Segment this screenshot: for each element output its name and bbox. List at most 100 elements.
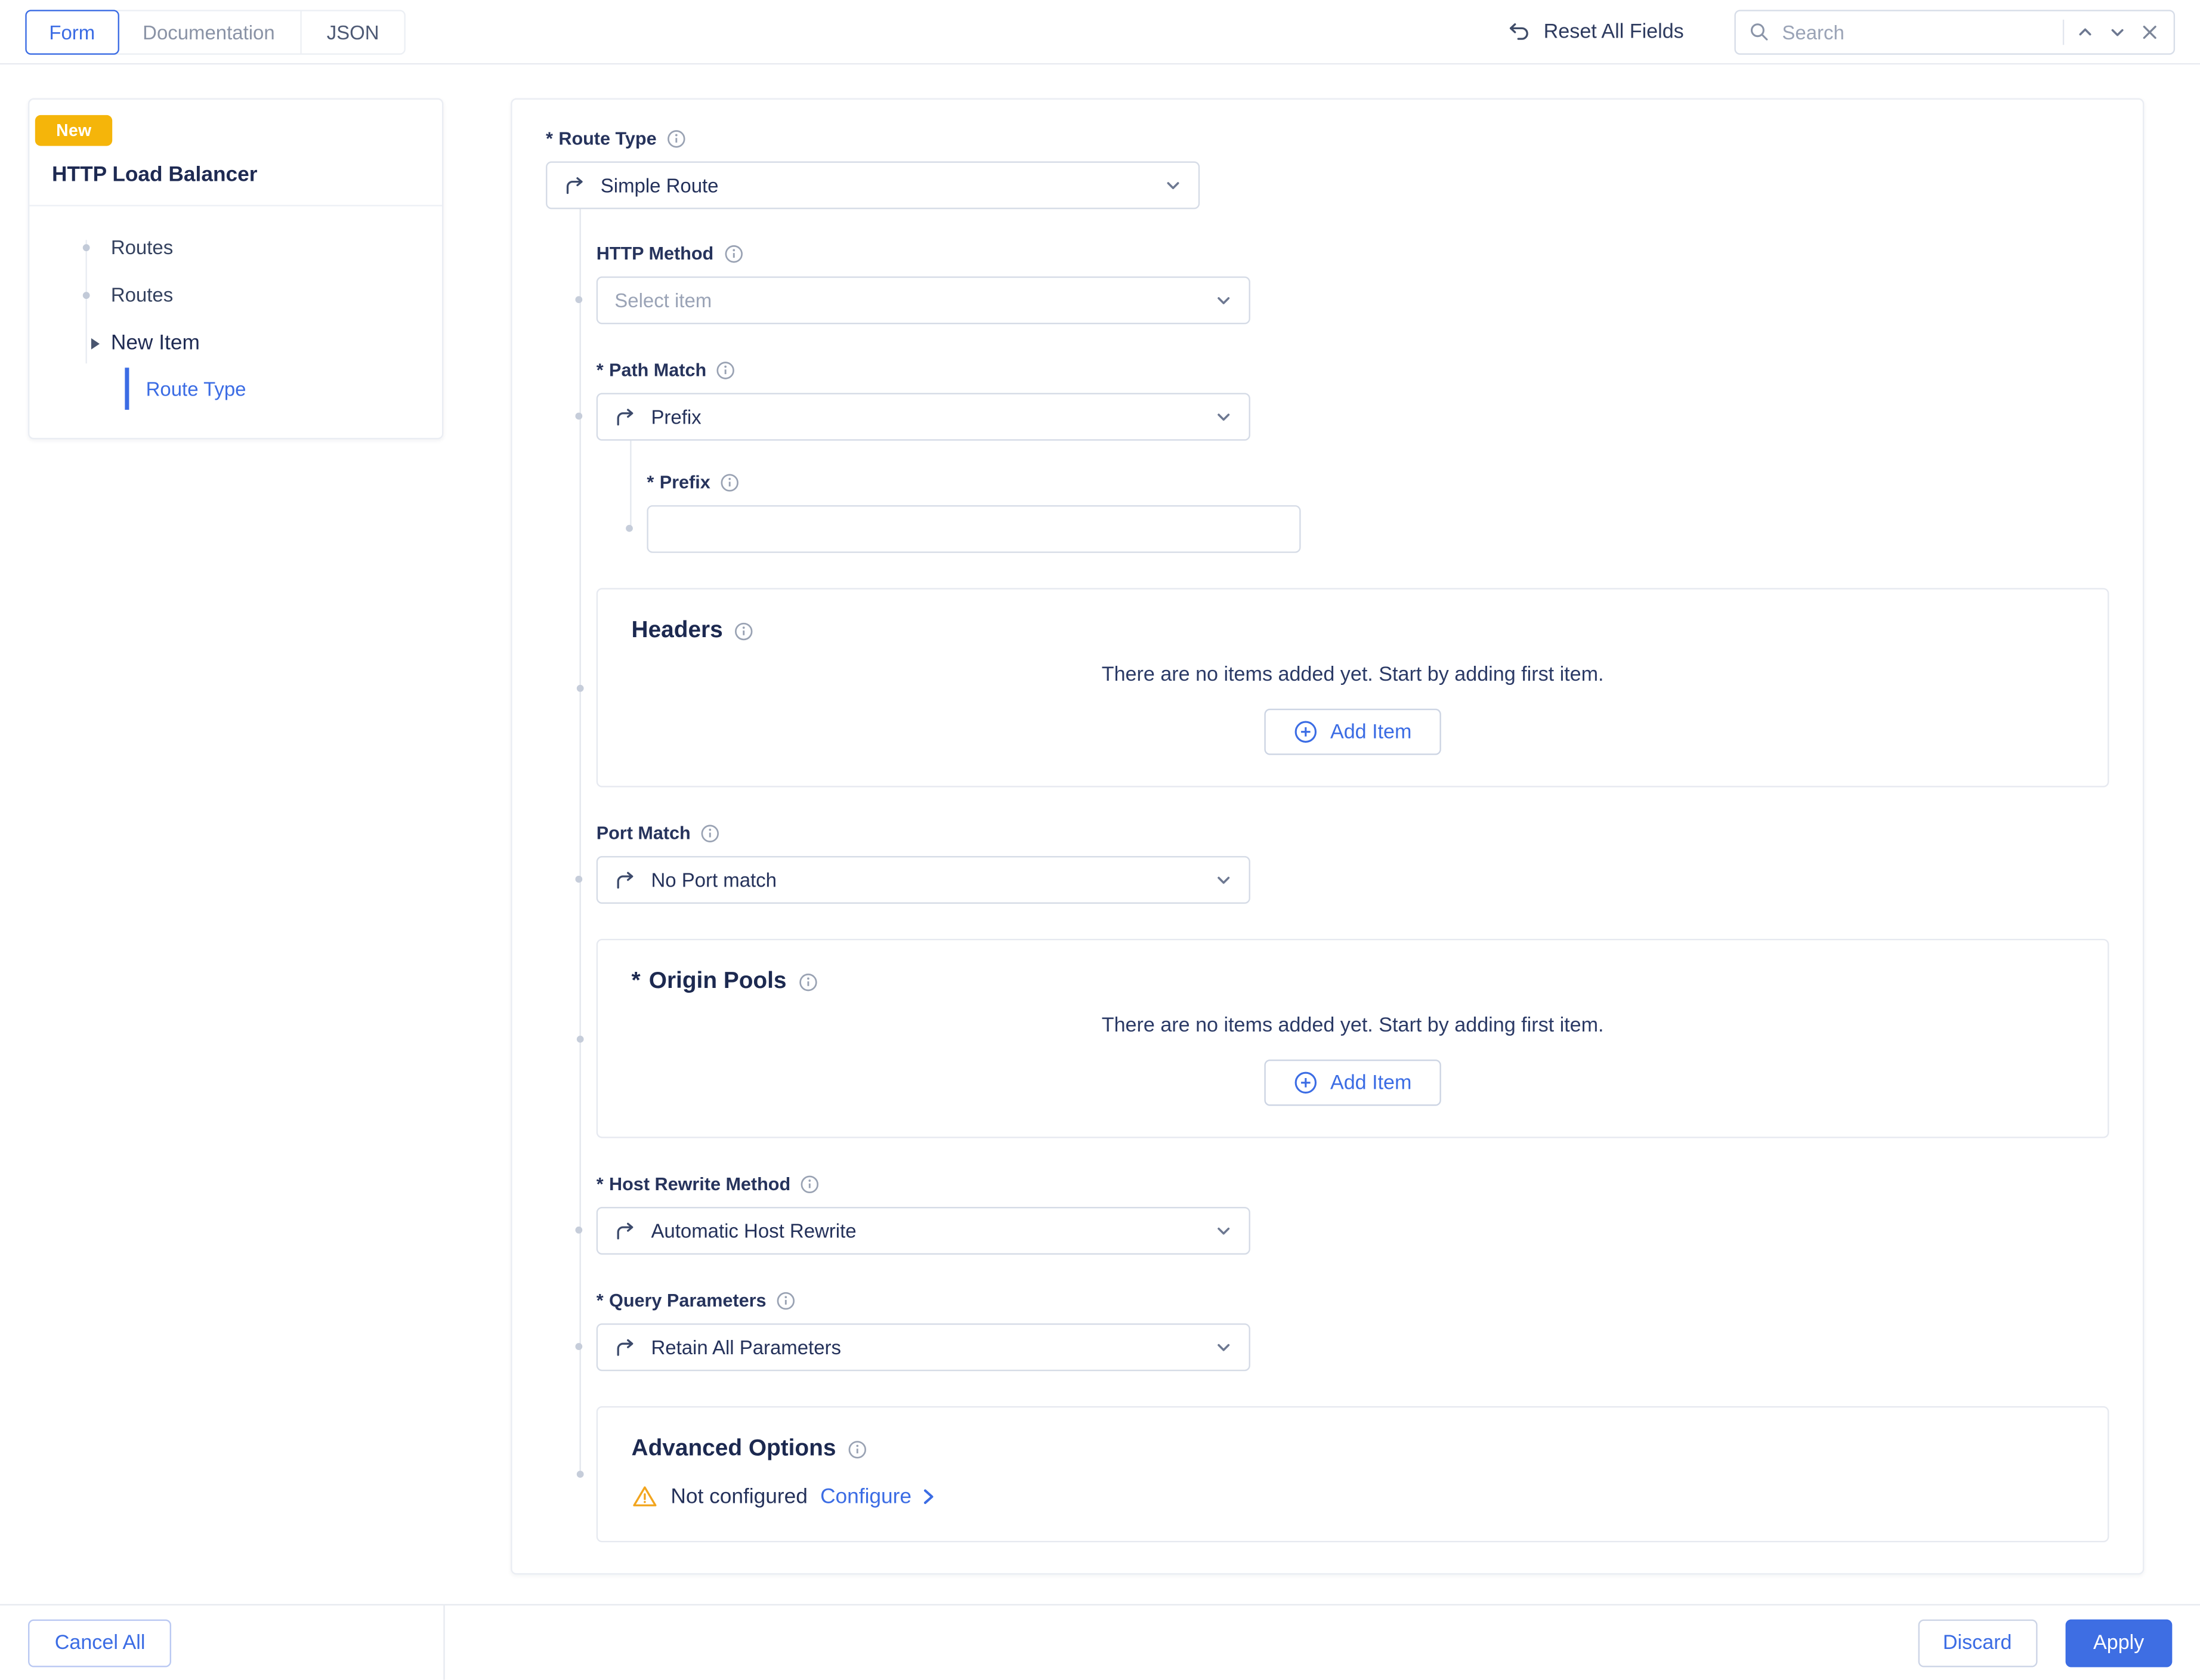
search-divider bbox=[2063, 19, 2064, 44]
form-panel: * Route Type Simple Route bbox=[511, 98, 2144, 1575]
info-icon[interactable] bbox=[720, 473, 740, 493]
status-badge: New bbox=[35, 115, 113, 146]
configure-label: Configure bbox=[820, 1485, 911, 1509]
label-text: Port Match bbox=[597, 822, 691, 845]
discard-button[interactable]: Discard bbox=[1918, 1619, 2037, 1666]
chevron-right-icon bbox=[91, 338, 100, 349]
navigation-tree: Routes Routes New Item Route Type bbox=[29, 206, 442, 438]
advanced-options-status-row: Not configured Configure bbox=[632, 1483, 2074, 1510]
tab-form[interactable]: Form bbox=[25, 9, 119, 54]
route-type-nested-group: HTTP Method Select item bbox=[579, 209, 2109, 1542]
tree-item-route-type[interactable]: Route Type bbox=[125, 368, 442, 410]
field-host-rewrite-method: * Host Rewrite Method Automatic Host Rew… bbox=[597, 1173, 2109, 1255]
tab-json[interactable]: JSON bbox=[300, 11, 404, 53]
headers-title: Headers bbox=[632, 617, 2074, 644]
info-icon[interactable] bbox=[716, 361, 736, 381]
chevron-down-icon bbox=[1215, 872, 1232, 888]
required-marker: * bbox=[597, 359, 604, 382]
apply-button[interactable]: Apply bbox=[2065, 1619, 2172, 1666]
label-text: Host Rewrite Method bbox=[609, 1173, 790, 1196]
label-text: Prefix bbox=[660, 471, 710, 494]
headers-section: Headers There are no items added yet. St… bbox=[597, 588, 2109, 788]
path-match-select[interactable]: Prefix bbox=[597, 393, 1250, 441]
headers-add-item-button[interactable]: Add Item bbox=[1264, 709, 1441, 755]
prefix-input[interactable] bbox=[647, 505, 1300, 553]
field-prefix: * Prefix bbox=[647, 471, 2109, 552]
info-icon[interactable] bbox=[847, 1439, 867, 1459]
chevron-down-icon bbox=[1215, 409, 1232, 425]
search-next-button[interactable] bbox=[2106, 20, 2129, 43]
port-match-select[interactable]: No Port match bbox=[597, 856, 1250, 904]
add-item-label: Add Item bbox=[1330, 721, 1412, 743]
info-icon[interactable] bbox=[666, 129, 686, 149]
search-close-button[interactable] bbox=[2139, 20, 2161, 43]
search-prev-button[interactable] bbox=[2074, 20, 2097, 43]
info-icon[interactable] bbox=[700, 824, 720, 844]
view-tabs: Form Documentation JSON bbox=[25, 9, 406, 54]
field-path-match: * Path Match Prefix bbox=[597, 359, 2109, 440]
host-rewrite-method-select[interactable]: Automatic Host Rewrite bbox=[597, 1207, 1250, 1255]
route-branch-icon bbox=[614, 869, 637, 891]
field-http-method: HTTP Method Select item bbox=[597, 243, 2109, 324]
cancel-all-button[interactable]: Cancel All bbox=[28, 1619, 172, 1666]
route-type-select[interactable]: Simple Route bbox=[546, 162, 1200, 209]
tree-item-routes-1[interactable]: Routes bbox=[29, 223, 442, 271]
route-type-label: * Route Type bbox=[546, 128, 2109, 150]
section-title-text: Headers bbox=[632, 617, 723, 644]
info-icon[interactable] bbox=[776, 1291, 796, 1311]
required-marker: * bbox=[647, 471, 654, 494]
page-title: HTTP Load Balancer bbox=[52, 163, 419, 187]
undo-icon bbox=[1507, 20, 1531, 44]
origin-pools-section: * Origin Pools There are no items added … bbox=[597, 939, 2109, 1138]
reset-all-fields-button[interactable]: Reset All Fields bbox=[1498, 18, 1692, 45]
origin-pools-title: * Origin Pools bbox=[632, 968, 2074, 995]
field-query-parameters: * Query Parameters Retain All Parameters bbox=[597, 1290, 2109, 1371]
field-route-type: * Route Type Simple Route bbox=[546, 128, 2109, 209]
select-value: No Port match bbox=[651, 869, 776, 891]
info-icon[interactable] bbox=[798, 972, 817, 992]
plus-circle-icon bbox=[1294, 720, 1318, 744]
route-branch-icon bbox=[614, 1219, 637, 1242]
field-port-match: Port Match No Port match bbox=[597, 822, 2109, 903]
prefix-label: * Prefix bbox=[647, 471, 2109, 494]
required-marker: * bbox=[597, 1173, 604, 1196]
advanced-options-title: Advanced Options bbox=[632, 1435, 2074, 1462]
http-method-label: HTTP Method bbox=[597, 243, 2109, 265]
tree-item-label: Routes bbox=[111, 236, 173, 258]
select-value: Prefix bbox=[651, 406, 701, 428]
plus-circle-icon bbox=[1294, 1071, 1318, 1095]
empty-state-text: There are no items added yet. Start by a… bbox=[632, 1015, 2074, 1037]
origin-pools-add-item-button[interactable]: Add Item bbox=[1264, 1060, 1441, 1106]
port-match-label: Port Match bbox=[597, 822, 2109, 845]
select-value: Retain All Parameters bbox=[651, 1336, 841, 1358]
info-icon[interactable] bbox=[801, 1175, 820, 1194]
label-text: HTTP Method bbox=[597, 243, 713, 265]
bullet-icon bbox=[83, 291, 90, 298]
chevron-down-icon bbox=[1215, 292, 1232, 308]
path-match-label: * Path Match bbox=[597, 359, 2109, 382]
tree-item-label: Route Type bbox=[146, 378, 246, 400]
section-title-text: Origin Pools bbox=[649, 968, 787, 995]
tab-documentation[interactable]: Documentation bbox=[118, 11, 300, 53]
topbar-actions: Reset All Fields bbox=[1498, 9, 2175, 54]
search-input[interactable] bbox=[1779, 19, 2053, 44]
footer-bar: Cancel All Discard Apply bbox=[0, 1604, 2200, 1680]
query-parameters-select[interactable]: Retain All Parameters bbox=[597, 1323, 1250, 1371]
label-text: Route Type bbox=[558, 128, 656, 150]
bullet-icon bbox=[83, 243, 90, 251]
info-icon[interactable] bbox=[724, 244, 743, 264]
top-bar: Form Documentation JSON Reset All Fields bbox=[0, 0, 2200, 64]
sidebar-panel: New HTTP Load Balancer Routes Routes New… bbox=[28, 98, 443, 440]
reset-label: Reset All Fields bbox=[1544, 20, 1684, 43]
info-icon[interactable] bbox=[734, 621, 754, 641]
label-text: Path Match bbox=[609, 359, 706, 382]
route-branch-icon bbox=[564, 174, 587, 197]
tree-item-new-item[interactable]: New Item bbox=[29, 319, 442, 368]
tree-item-routes-2[interactable]: Routes bbox=[29, 271, 442, 319]
select-value: Simple Route bbox=[601, 174, 719, 197]
configure-link[interactable]: Configure bbox=[820, 1485, 937, 1509]
http-method-select[interactable]: Select item bbox=[597, 276, 1250, 324]
label-text: Query Parameters bbox=[609, 1290, 766, 1312]
required-marker: * bbox=[632, 968, 641, 995]
route-branch-icon bbox=[614, 1336, 637, 1358]
